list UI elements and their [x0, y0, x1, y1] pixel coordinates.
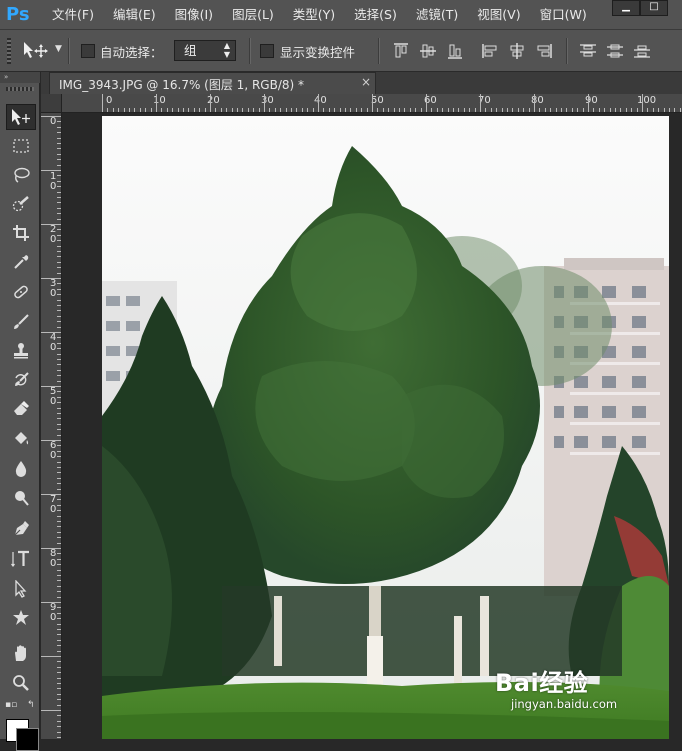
- photo-trees-and-buildings: [102, 116, 669, 739]
- minimize-icon[interactable]: ▁: [612, 0, 640, 16]
- document-photo[interactable]: [102, 116, 669, 739]
- align-bottom-edges-icon[interactable]: [445, 41, 465, 61]
- document-tab-strip: IMG_3943.JPG @ 16.7% (图层 1, RGB/8) * ×: [41, 72, 682, 94]
- ruler-origin[interactable]: [41, 94, 62, 113]
- ruler-label: 80: [531, 95, 544, 106]
- menu-image[interactable]: 图像(I): [175, 0, 213, 30]
- ruler-label: 100: [637, 95, 657, 106]
- menu-view[interactable]: 视图(V): [477, 0, 520, 30]
- align-horizontal-centers-icon[interactable]: [507, 41, 527, 61]
- auto-select-label: 自动选择：: [100, 45, 163, 60]
- history-brush-tool-icon[interactable]: [6, 367, 36, 393]
- menu-filter[interactable]: 滤镜(T): [416, 0, 458, 30]
- toolbox-grip[interactable]: [6, 87, 34, 91]
- background-color-swatch[interactable]: [16, 728, 39, 751]
- menu-type[interactable]: 类型(Y): [293, 0, 335, 30]
- align-right-edges-icon[interactable]: [534, 41, 554, 61]
- ruler-label: 40: [314, 95, 327, 106]
- clone-stamp-tool-icon[interactable]: [6, 338, 36, 364]
- custom-shape-tool-icon[interactable]: [6, 605, 36, 631]
- options-bar: ▼ 自动选择： 组 ▲ ▼ 显示变换控件: [0, 30, 682, 72]
- horizontal-ruler[interactable]: 0 10 20 30 40 50 60 70 80 90 100: [62, 94, 682, 113]
- auto-select-dropdown[interactable]: 组 ▲ ▼: [174, 40, 236, 61]
- marquee-tool-icon[interactable]: [6, 133, 36, 159]
- paint-bucket-tool-icon[interactable]: [6, 426, 36, 452]
- menu-layer[interactable]: 图层(L): [232, 0, 274, 30]
- menu-file[interactable]: 文件(F): [52, 0, 94, 30]
- transform-controls-label: 显示变换控件: [280, 45, 356, 60]
- crop-tool-icon[interactable]: [6, 220, 36, 246]
- align-top-edges-icon[interactable]: [391, 41, 411, 61]
- menu-edit[interactable]: 编辑(E): [113, 0, 156, 30]
- transform-controls-checkbox[interactable]: [260, 44, 274, 58]
- options-bar-grip[interactable]: [7, 38, 11, 64]
- canvas-area[interactable]: [62, 113, 682, 739]
- distribute-vertical-centers-icon[interactable]: [605, 41, 625, 61]
- divider: [249, 38, 251, 64]
- dodge-tool-icon[interactable]: [6, 485, 36, 511]
- chevron-updown-icon: ▲ ▼: [223, 41, 230, 59]
- menu-bar: Ps 文件(F) 编辑(E) 图像(I) 图层(L) 类型(Y) 选择(S) 滤…: [0, 0, 682, 30]
- quick-selection-tool-icon[interactable]: [6, 191, 36, 217]
- watermark-brand: Bai经验: [495, 669, 589, 697]
- vertical-ruler[interactable]: 0 10 20 30 40 50 60 70 80 90: [41, 113, 62, 739]
- pen-tool-icon[interactable]: [6, 516, 36, 542]
- baidu-jingyan-watermark: Bai经验 jingyan.baidu.com: [495, 661, 670, 721]
- document-title: IMG_3943.JPG @ 16.7% (图层 1, RGB/8) *: [59, 78, 304, 92]
- ruler-label: 10: [153, 95, 166, 106]
- distribute-bottom-icon[interactable]: [632, 41, 652, 61]
- eraser-tool-icon[interactable]: [6, 395, 36, 421]
- menu-items: 文件(F) 编辑(E) 图像(I) 图层(L) 类型(Y) 选择(S) 滤镜(T…: [52, 0, 606, 30]
- move-tool-icon[interactable]: [6, 104, 36, 130]
- auto-select-checkbox[interactable]: [81, 44, 95, 58]
- tool-preset-dropdown-icon[interactable]: ▼: [55, 44, 62, 54]
- document-tab[interactable]: IMG_3943.JPG @ 16.7% (图层 1, RGB/8) * ×: [49, 72, 376, 94]
- menu-window[interactable]: 窗口(W): [540, 0, 587, 30]
- photoshop-logo: Ps: [6, 4, 30, 25]
- hand-tool-icon[interactable]: [6, 640, 36, 666]
- distribute-top-icon[interactable]: [578, 41, 598, 61]
- swap-colors-icon[interactable]: ↰: [27, 700, 35, 710]
- divider: [378, 38, 380, 64]
- zoom-tool-icon[interactable]: [6, 670, 36, 696]
- divider: [566, 38, 568, 64]
- type-tool-icon[interactable]: [6, 546, 36, 572]
- align-left-edges-icon[interactable]: [480, 41, 500, 61]
- default-colors-icon[interactable]: ▪▫: [5, 700, 17, 710]
- ruler-label: 90: [585, 95, 598, 106]
- ruler-label: 30: [261, 95, 274, 106]
- brush-tool-icon[interactable]: [6, 309, 36, 335]
- healing-brush-tool-icon[interactable]: [6, 279, 36, 305]
- eyedropper-tool-icon[interactable]: [6, 249, 36, 275]
- path-selection-tool-icon[interactable]: [6, 576, 36, 602]
- ruler-label: 20: [207, 95, 220, 106]
- move-tool-icon[interactable]: [22, 41, 50, 63]
- ruler-label: 0: [106, 95, 113, 106]
- close-icon[interactable]: ×: [361, 75, 371, 89]
- toolbox: ▪▫ ↰: [0, 83, 40, 751]
- blur-tool-icon[interactable]: [6, 456, 36, 482]
- divider: [68, 38, 70, 64]
- menu-select[interactable]: 选择(S): [354, 0, 397, 30]
- lasso-tool-icon[interactable]: [6, 162, 36, 188]
- maximize-icon[interactable]: □: [640, 0, 668, 16]
- align-vertical-centers-icon[interactable]: [418, 41, 438, 61]
- auto-select-value: 组: [184, 43, 197, 58]
- toolbox-collapse-button[interactable]: »: [0, 72, 40, 83]
- watermark-url: jingyan.baidu.com: [511, 697, 618, 711]
